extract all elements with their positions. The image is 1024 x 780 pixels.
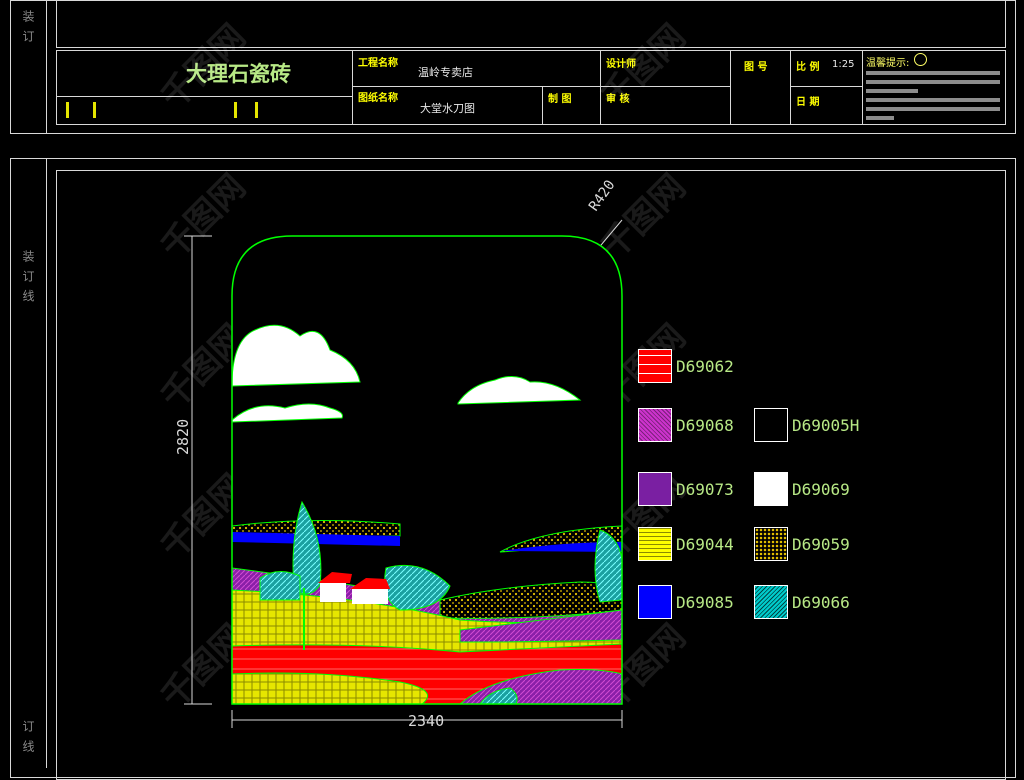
- binding-strip: [46, 158, 47, 768]
- scale-value: 1:25: [832, 59, 855, 70]
- legend-swatch: [638, 585, 672, 619]
- tips-text-line: [866, 116, 894, 120]
- tips-label: 温馨提示:: [866, 58, 910, 69]
- scale-label: 比 例: [796, 62, 820, 73]
- house-right: [352, 588, 388, 604]
- title-block-col-6: [862, 50, 863, 125]
- legend-code: D69044: [676, 535, 734, 554]
- title-block-row-divider-2: [352, 86, 730, 87]
- project-name-label: 工程名称: [358, 58, 398, 69]
- title-block-marks-2: [234, 102, 258, 118]
- date-label: 日 期: [796, 97, 820, 108]
- width-dimension: 2340: [408, 712, 445, 730]
- legend-code: D69073: [676, 480, 734, 499]
- binding-label-mid: 装 订 线: [21, 250, 35, 304]
- legend-code: D69069: [792, 480, 850, 499]
- title-block-row-divider-3: [790, 86, 862, 87]
- waterjet-panel-drawing: [184, 219, 623, 728]
- drawing-number-label: 图 号: [744, 62, 768, 73]
- binding-strip-top: [46, 0, 47, 134]
- tips-text-line: [866, 71, 1000, 75]
- height-dimension: 2820: [174, 418, 192, 455]
- title-block-col-2: [542, 86, 543, 125]
- legend-code: D69066: [792, 593, 850, 612]
- title-block-col-5: [790, 50, 791, 125]
- legend-code: D69085: [676, 593, 734, 612]
- legend-code: D69005H: [792, 416, 860, 435]
- legend-swatch: [638, 472, 672, 506]
- title-block-col-1: [352, 50, 353, 125]
- tips-text-line: [866, 80, 1000, 84]
- legend-swatch: [754, 585, 788, 619]
- project-name-value: 温岭专卖店: [418, 66, 473, 79]
- house-left: [320, 582, 346, 602]
- legend-code: D69059: [792, 535, 850, 554]
- legend-swatch: [754, 472, 788, 506]
- tips-logo-icon: [914, 53, 927, 66]
- binding-label-bottom: 订 线: [21, 720, 35, 754]
- title-block-marks: [66, 102, 96, 118]
- legend-swatch: [638, 527, 672, 561]
- legend-swatch: [638, 408, 672, 442]
- binding-label-top: 装 订: [21, 10, 35, 44]
- drawing-name-label: 图纸名称: [358, 93, 398, 104]
- tips-text-line: [866, 89, 918, 93]
- legend-code: D69062: [676, 357, 734, 376]
- title-block-col-4: [730, 50, 731, 125]
- tips-text-line: [866, 98, 1000, 102]
- tips-text-line: [866, 107, 1000, 111]
- drawing-name-value: 大堂水刀图: [420, 102, 475, 115]
- legend-swatch: [754, 527, 788, 561]
- legend-swatch: [754, 408, 788, 442]
- draw-label: 制 图: [548, 94, 572, 105]
- legend-code: D69068: [676, 416, 734, 435]
- legend-swatch: [638, 349, 672, 383]
